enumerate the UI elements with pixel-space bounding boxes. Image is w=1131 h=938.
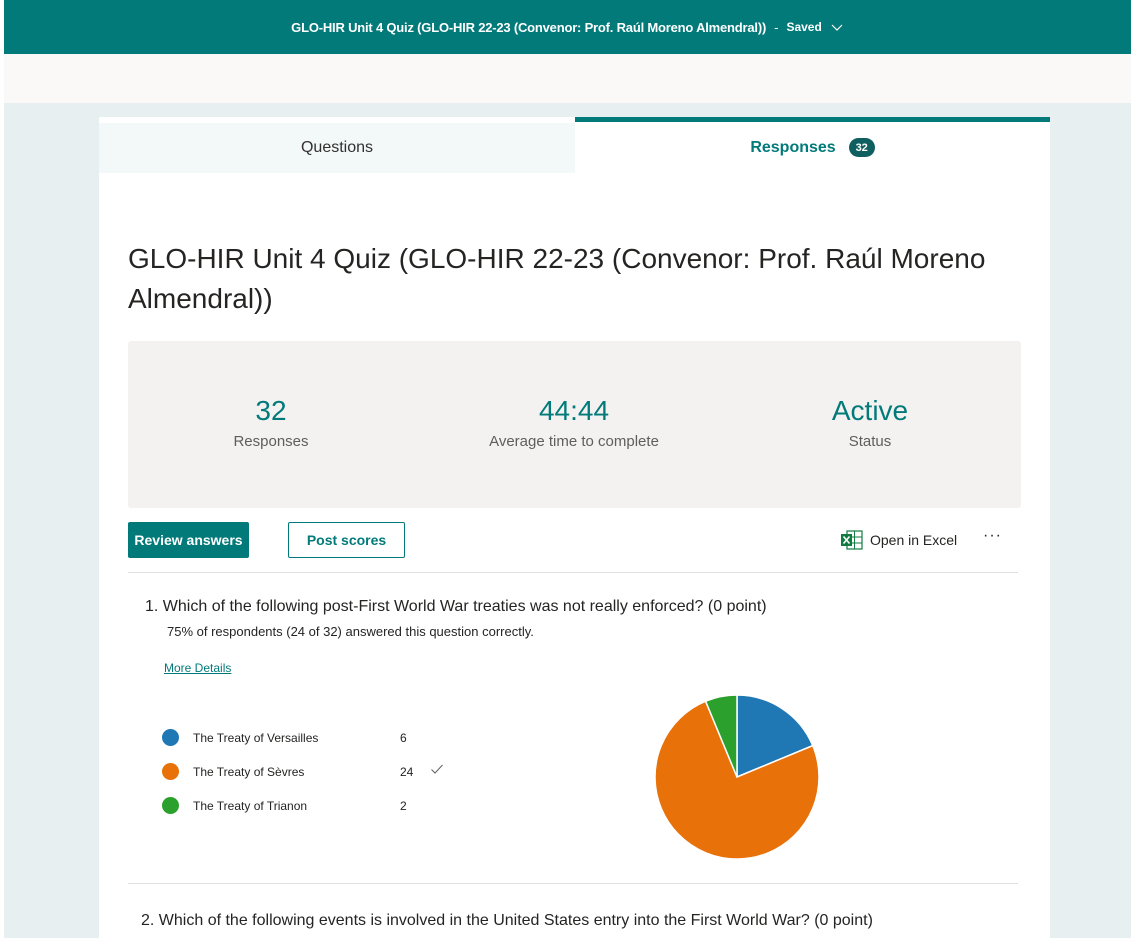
header-separator: - (774, 19, 779, 35)
chevron-down-icon[interactable] (830, 20, 844, 34)
legend-count: 6 (400, 731, 407, 745)
form-card: Questions Responses 32 GLO-HIR Unit 4 Qu… (99, 117, 1050, 938)
excel-icon (841, 530, 863, 550)
question-1-summary: 75% of respondents (24 of 32) answered t… (167, 624, 534, 639)
tab-questions[interactable]: Questions (99, 123, 575, 173)
review-answers-button[interactable]: Review answers (128, 522, 249, 558)
tab-responses-label: Responses (750, 138, 836, 156)
legend-count: 24 (400, 765, 414, 779)
stat-average-time-label: Average time to complete (489, 433, 659, 450)
form-header-title: GLO-HIR Unit 4 Quiz (GLO-HIR 22-23 (Conv… (291, 19, 767, 35)
legend-label: The Treaty of Versailles (193, 731, 319, 745)
legend-dot (162, 797, 179, 814)
divider (128, 572, 1018, 573)
command-bar (4, 54, 1131, 103)
window-edge (0, 0, 4, 938)
more-options-icon[interactable]: ··· (983, 527, 1002, 545)
tab-bar: Questions Responses 32 (99, 117, 1050, 173)
stat-responses-value: 32 (255, 395, 287, 426)
question-2-title: 2. Which of the following events is invo… (141, 912, 873, 929)
post-scores-button[interactable]: Post scores (288, 522, 405, 558)
top-header-bar[interactable]: GLO-HIR Unit 4 Quiz (GLO-HIR 22-23 (Conv… (4, 0, 1131, 54)
stat-responses: 32 Responses (121, 393, 421, 450)
save-status: Saved (786, 20, 822, 34)
correct-check-icon (431, 764, 443, 774)
legend-label: The Treaty of Trianon (193, 799, 308, 813)
open-in-excel-label: Open in Excel (870, 532, 958, 548)
stat-status-value: Active (831, 395, 909, 426)
stat-status: Active Status (720, 393, 1020, 450)
summary-stats-panel: 32 Responses 44:44 Average time to compl… (128, 341, 1021, 508)
stat-responses-label: Responses (233, 433, 309, 450)
responses-pie-chart (654, 694, 820, 860)
stat-status-label: Status (848, 433, 892, 450)
legend-dot (162, 763, 179, 780)
legend-count: 2 (400, 799, 407, 813)
open-in-excel-button[interactable]: Open in Excel (841, 530, 957, 550)
tab-questions-label: Questions (300, 139, 374, 156)
stat-average-time-value: 44:44 (538, 395, 610, 426)
page-title: GLO-HIR Unit 4 Quiz (GLO-HIR 22-23 (Conv… (128, 243, 986, 314)
question-1-title: 1. Which of the following post-First Wor… (145, 598, 767, 615)
legend-label: The Treaty of Sèvres (193, 765, 305, 779)
divider (128, 883, 1018, 884)
stat-average-time: 44:44 Average time to complete (424, 393, 724, 450)
tab-responses[interactable]: Responses 32 (575, 117, 1050, 173)
more-details-link[interactable]: More Details (164, 661, 231, 675)
responses-count-badge: 32 (848, 138, 875, 157)
legend-dot (162, 729, 179, 746)
